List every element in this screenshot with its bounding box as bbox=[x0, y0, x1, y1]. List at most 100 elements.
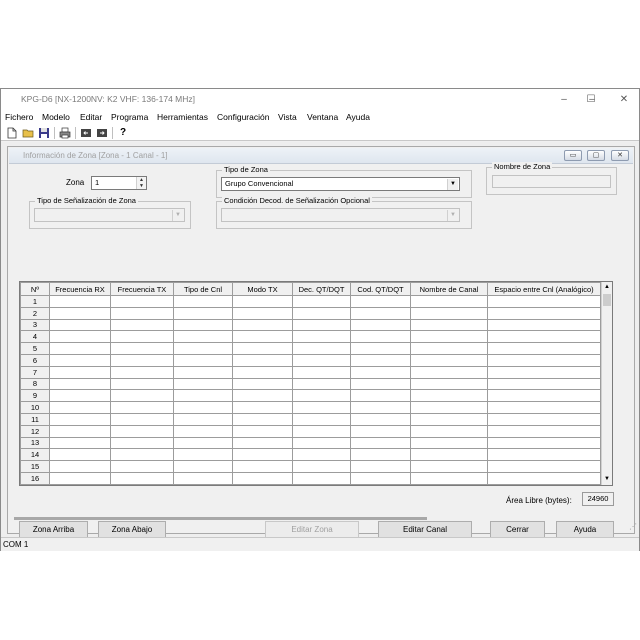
table-row[interactable]: 15 bbox=[20, 460, 601, 473]
grid-cell[interactable] bbox=[292, 471, 351, 485]
grid-cell[interactable] bbox=[49, 330, 111, 344]
grid-cell[interactable] bbox=[292, 365, 351, 379]
grid-cell[interactable] bbox=[487, 460, 601, 473]
grid-cell[interactable] bbox=[350, 436, 411, 450]
grid-cell[interactable] bbox=[110, 436, 174, 450]
column-header[interactable]: Nº bbox=[20, 282, 50, 296]
grid-cell[interactable] bbox=[232, 424, 293, 438]
menu-ventana[interactable]: Ventana bbox=[307, 112, 338, 122]
grid-cell[interactable] bbox=[487, 401, 601, 414]
grid-cell[interactable] bbox=[410, 330, 488, 344]
print-icon[interactable] bbox=[58, 126, 72, 140]
grid-cell[interactable] bbox=[487, 306, 601, 320]
grid-cell[interactable] bbox=[410, 412, 488, 426]
table-row[interactable]: 1 bbox=[20, 295, 601, 308]
grid-cell[interactable] bbox=[410, 306, 488, 320]
grid-cell[interactable] bbox=[292, 295, 351, 308]
grid-cell[interactable] bbox=[110, 377, 174, 391]
grid-cell[interactable] bbox=[110, 389, 174, 403]
grid-cell[interactable] bbox=[487, 342, 601, 355]
channel-grid[interactable]: Nº Frecuencia RX Frecuencia TX Tipo de Cnl M… bbox=[19, 281, 613, 486]
table-row[interactable]: 11 bbox=[20, 412, 601, 426]
menu-vista[interactable]: Vista bbox=[278, 112, 297, 122]
grid-cell[interactable] bbox=[49, 295, 111, 308]
save-icon[interactable] bbox=[37, 126, 51, 140]
grid-cell[interactable] bbox=[173, 424, 233, 438]
grid-cell[interactable] bbox=[350, 342, 411, 355]
grid-cell[interactable] bbox=[487, 365, 601, 379]
zone-signaling-combobox[interactable]: ▼ bbox=[34, 208, 185, 222]
table-row[interactable]: 12 bbox=[20, 424, 601, 438]
grid-cell[interactable] bbox=[292, 401, 351, 414]
grid-cell[interactable] bbox=[173, 412, 233, 426]
menu-modelo[interactable]: Modelo bbox=[42, 112, 70, 122]
zone-down-button[interactable]: Zona Abajo bbox=[98, 521, 166, 538]
grid-cell[interactable] bbox=[350, 295, 411, 308]
grid-cell[interactable] bbox=[49, 436, 111, 450]
column-header[interactable]: Nombre de Canal bbox=[410, 282, 488, 296]
grid-cell[interactable] bbox=[410, 436, 488, 450]
grid-cell[interactable] bbox=[110, 306, 174, 320]
grid-cell[interactable] bbox=[410, 401, 488, 414]
grid-cell[interactable] bbox=[292, 353, 351, 367]
grid-cell[interactable] bbox=[410, 295, 488, 308]
scroll-thumb[interactable] bbox=[603, 294, 611, 306]
grid-cell[interactable] bbox=[232, 389, 293, 403]
menu-programa[interactable]: Programa bbox=[111, 112, 148, 122]
grid-cell[interactable] bbox=[173, 318, 233, 332]
menu-herramientas[interactable]: Herramientas bbox=[157, 112, 208, 122]
grid-cell[interactable] bbox=[49, 389, 111, 403]
grid-vertical-scrollbar[interactable]: ▲ ▼ bbox=[601, 282, 612, 485]
grid-cell[interactable] bbox=[232, 342, 293, 355]
optional-decode-combobox[interactable]: ▼ bbox=[221, 208, 460, 222]
open-folder-icon[interactable] bbox=[21, 126, 35, 140]
table-row[interactable]: 3 bbox=[20, 318, 601, 332]
grid-cell[interactable] bbox=[232, 436, 293, 450]
grid-cell[interactable] bbox=[292, 377, 351, 391]
zone-spin-buttons[interactable]: ▲ ▼ bbox=[136, 177, 146, 189]
dialog-close-icon[interactable]: ✕ bbox=[611, 150, 629, 161]
grid-cell[interactable] bbox=[232, 353, 293, 367]
grid-cell[interactable] bbox=[410, 318, 488, 332]
horizontal-scrollbar[interactable] bbox=[14, 517, 427, 520]
grid-cell[interactable] bbox=[350, 353, 411, 367]
grid-cell[interactable] bbox=[350, 377, 411, 391]
grid-cell[interactable] bbox=[350, 412, 411, 426]
grid-cell[interactable] bbox=[49, 353, 111, 367]
read-radio-icon[interactable] bbox=[79, 126, 93, 140]
grid-cell[interactable] bbox=[49, 448, 111, 462]
grid-cell[interactable] bbox=[173, 306, 233, 320]
grid-cell[interactable] bbox=[49, 318, 111, 332]
grid-cell[interactable] bbox=[232, 412, 293, 426]
edit-zone-button[interactable]: Editar Zona bbox=[265, 521, 359, 538]
grid-cell[interactable] bbox=[487, 353, 601, 367]
resize-grip-icon[interactable]: ⋰ bbox=[629, 522, 637, 531]
grid-cell[interactable] bbox=[292, 306, 351, 320]
grid-cell[interactable] bbox=[487, 471, 601, 485]
grid-cell[interactable] bbox=[49, 365, 111, 379]
grid-cell[interactable] bbox=[410, 389, 488, 403]
scroll-down-icon[interactable]: ▼ bbox=[602, 474, 612, 485]
grid-cell[interactable] bbox=[110, 318, 174, 332]
grid-cell[interactable] bbox=[173, 448, 233, 462]
column-header[interactable]: Cod. QT/DQT bbox=[350, 282, 411, 296]
new-file-icon[interactable] bbox=[5, 126, 19, 140]
grid-cell[interactable] bbox=[292, 342, 351, 355]
grid-cell[interactable] bbox=[350, 306, 411, 320]
grid-cell[interactable] bbox=[49, 377, 111, 391]
grid-cell[interactable] bbox=[110, 353, 174, 367]
grid-cell[interactable] bbox=[232, 318, 293, 332]
grid-cell[interactable] bbox=[110, 460, 174, 473]
grid-cell[interactable] bbox=[232, 306, 293, 320]
grid-cell[interactable] bbox=[173, 365, 233, 379]
table-row[interactable]: 6 bbox=[20, 353, 601, 367]
menu-configuracion[interactable]: Configuración bbox=[217, 112, 269, 122]
grid-cell[interactable] bbox=[232, 460, 293, 473]
grid-cell[interactable] bbox=[232, 377, 293, 391]
dialog-minimize-icon[interactable]: ▭ bbox=[564, 150, 582, 161]
column-header[interactable]: Modo TX bbox=[232, 282, 293, 296]
grid-cell[interactable] bbox=[350, 424, 411, 438]
grid-cell[interactable] bbox=[49, 460, 111, 473]
grid-cell[interactable] bbox=[49, 471, 111, 485]
table-row[interactable]: 13 bbox=[20, 436, 601, 450]
